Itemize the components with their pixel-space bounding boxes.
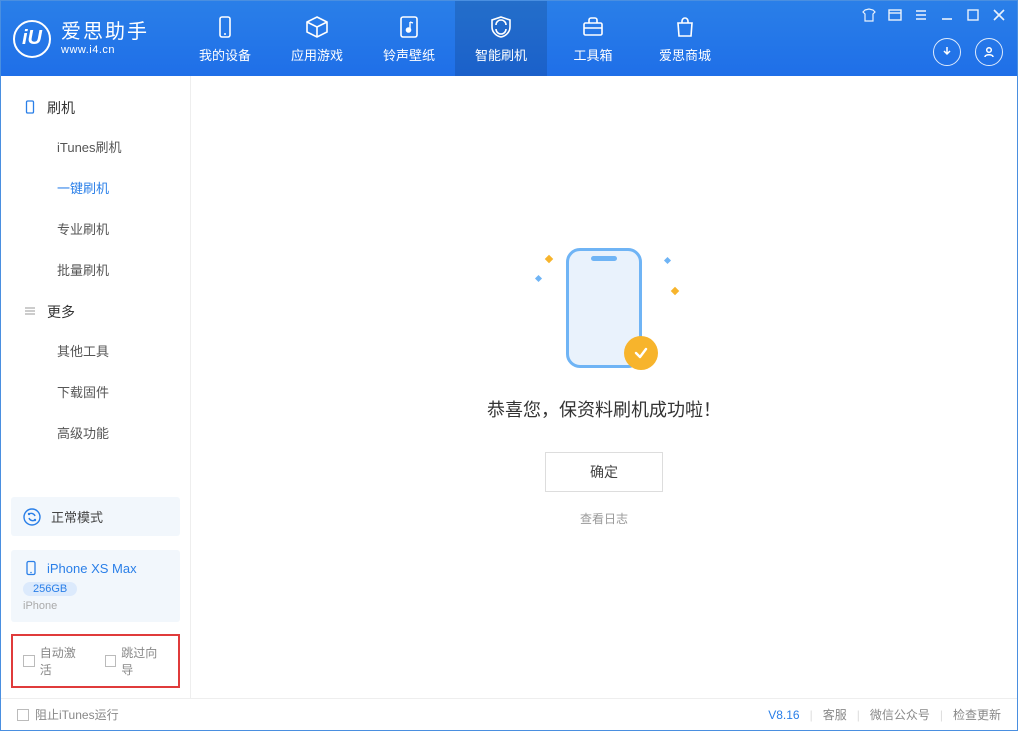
- app-name: 爱思助手: [61, 21, 149, 44]
- body: 刷机 iTunes刷机一键刷机专业刷机批量刷机更多其他工具下载固件高级功能 正常模…: [1, 76, 1017, 698]
- auto-activate-checkbox[interactable]: 自动激活: [23, 644, 87, 678]
- maximize-button[interactable]: [965, 7, 981, 23]
- sidebar-item[interactable]: 高级功能: [1, 412, 190, 453]
- sidebar-list: 刷机 iTunes刷机一键刷机专业刷机批量刷机更多其他工具下载固件高级功能: [1, 76, 190, 489]
- sidebar-item[interactable]: 一键刷机: [1, 167, 190, 208]
- nav-tab-label: 工具箱: [573, 45, 612, 64]
- titlebar: iU 爱思助手 www.i4.cn 我的设备 应用游戏 铃声壁纸 智能刷机 工具箱 爱思商…: [1, 1, 1017, 76]
- sidebar-item[interactable]: 批量刷机: [1, 249, 190, 290]
- device-name-row: iPhone XS Max: [23, 560, 137, 576]
- sidebar-group-title: 更多: [47, 302, 75, 322]
- phone-icon: [23, 560, 39, 576]
- nav-tab-device[interactable]: 我的设备: [179, 1, 271, 76]
- sidebar-group-1: 更多: [1, 290, 190, 330]
- nav-tabs: 我的设备 应用游戏 铃声壁纸 智能刷机 工具箱 爱思商城: [179, 1, 731, 76]
- app-window: iU 爱思助手 www.i4.cn 我的设备 应用游戏 铃声壁纸 智能刷机 工具箱 爱思商…: [0, 0, 1018, 731]
- nav-tab-label: 智能刷机: [475, 45, 527, 64]
- device-mode-label: 正常模式: [51, 507, 103, 526]
- status-link-update[interactable]: 检查更新: [953, 706, 1001, 723]
- view-log-link[interactable]: 查看日志: [580, 510, 628, 527]
- nav-tab-shield[interactable]: 智能刷机: [455, 1, 547, 76]
- success-message: 恭喜您，保资料刷机成功啦！: [487, 396, 721, 422]
- sidebar-item[interactable]: 其他工具: [1, 330, 190, 371]
- block-itunes-checkbox[interactable]: 阻止iTunes运行: [17, 706, 119, 723]
- user-button[interactable]: [975, 38, 1003, 66]
- toolbox-icon: [580, 14, 606, 40]
- sidebar: 刷机 iTunes刷机一键刷机专业刷机批量刷机更多其他工具下载固件高级功能 正常模…: [1, 76, 191, 698]
- nav-tab-cube[interactable]: 应用游戏: [271, 1, 363, 76]
- device-mode-panel[interactable]: 正常模式: [11, 497, 180, 536]
- status-link-support[interactable]: 客服: [823, 706, 847, 723]
- shirt-icon[interactable]: [861, 7, 877, 23]
- options-row: 自动激活 跳过向导: [11, 634, 180, 688]
- cube-icon: [304, 14, 330, 40]
- sync-icon: [23, 508, 41, 526]
- sidebar-item[interactable]: iTunes刷机: [1, 126, 190, 167]
- shop-icon: [672, 14, 698, 40]
- music-icon: [396, 14, 422, 40]
- phone-icon: [23, 100, 37, 114]
- skip-guide-checkbox[interactable]: 跳过向导: [105, 644, 169, 678]
- sidebar-group-title: 刷机: [47, 98, 75, 118]
- nav-tab-music[interactable]: 铃声壁纸: [363, 1, 455, 76]
- auto-activate-label: 自动激活: [40, 644, 87, 678]
- logo-text: 爱思助手 www.i4.cn: [61, 21, 149, 57]
- minimize-button[interactable]: [939, 7, 955, 23]
- sidebar-item[interactable]: 下载固件: [1, 371, 190, 412]
- nav-tab-label: 应用游戏: [291, 45, 343, 64]
- nav-tab-label: 铃声壁纸: [383, 45, 435, 64]
- download-button[interactable]: [933, 38, 961, 66]
- status-link-wechat[interactable]: 微信公众号: [870, 706, 930, 723]
- block-itunes-label: 阻止iTunes运行: [35, 706, 119, 723]
- menu-icon[interactable]: [887, 7, 903, 23]
- device-icon: [212, 14, 238, 40]
- device-capacity: 256GB: [23, 582, 77, 596]
- title-actions: [933, 38, 1003, 66]
- success-illustration: [544, 248, 664, 368]
- nav-tab-toolbox[interactable]: 工具箱: [547, 1, 639, 76]
- sidebar-item[interactable]: 专业刷机: [1, 208, 190, 249]
- ok-button[interactable]: 确定: [545, 452, 663, 492]
- version-label: V8.16: [768, 708, 799, 722]
- nav-tab-label: 爱思商城: [659, 45, 711, 64]
- logo-icon: iU: [13, 20, 51, 58]
- menu-lines-icon: [23, 304, 37, 318]
- app-url: www.i4.cn: [61, 44, 149, 57]
- nav-tab-shop[interactable]: 爱思商城: [639, 1, 731, 76]
- device-info-panel[interactable]: iPhone XS Max 256GB iPhone: [11, 550, 180, 622]
- nav-tab-label: 我的设备: [199, 45, 251, 64]
- device-name: iPhone XS Max: [47, 561, 137, 576]
- check-badge-icon: [624, 336, 658, 370]
- window-controls: [861, 7, 1007, 23]
- logo: iU 爱思助手 www.i4.cn: [13, 20, 149, 58]
- status-right: V8.16 | 客服 | 微信公众号 | 检查更新: [768, 706, 1001, 723]
- statusbar: 阻止iTunes运行 V8.16 | 客服 | 微信公众号 | 检查更新: [1, 698, 1017, 730]
- device-type: iPhone: [23, 600, 57, 612]
- close-button[interactable]: [991, 7, 1007, 23]
- shield-icon: [488, 14, 514, 40]
- skip-guide-label: 跳过向导: [121, 644, 168, 678]
- list-icon[interactable]: [913, 7, 929, 23]
- sidebar-group-0: 刷机: [1, 86, 190, 126]
- main-content: 恭喜您，保资料刷机成功啦！ 确定 查看日志: [191, 76, 1017, 698]
